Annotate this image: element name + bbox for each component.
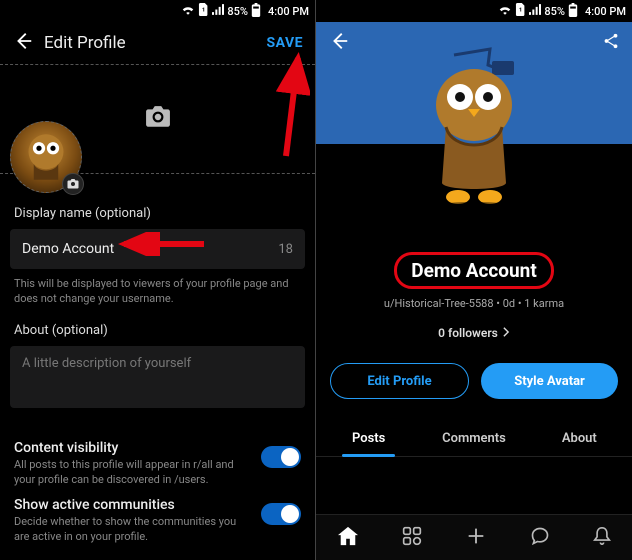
tab-about[interactable]: About [527,421,632,456]
profile-avatar[interactable] [409,44,539,214]
style-avatar-button[interactable]: Style Avatar [481,363,618,399]
signal-icon [529,4,541,18]
tab-posts[interactable]: Posts [316,421,421,456]
phone-edit-profile: 1 85% 4:00 PM Edit Profile SAVE [0,0,316,560]
display-name-counter: 18 [278,242,293,257]
display-name-input[interactable]: Demo Account 18 [10,229,305,269]
status-bar: 1 85% 4:00 PM [316,0,632,22]
clock: 4:00 PM [585,5,626,18]
profile-buttons: Edit Profile Style Avatar [316,363,632,399]
tab-comments[interactable]: Comments [421,421,526,456]
sim-icon: 1 [515,3,526,19]
about-placeholder: A little description of yourself [22,356,191,371]
about-input[interactable]: A little description of yourself [10,346,305,408]
wifi-icon [498,4,512,18]
content-visibility-toggle[interactable] [261,446,301,468]
chat-icon[interactable] [530,526,550,550]
signal-icon [212,4,224,18]
back-arrow-icon[interactable] [12,30,36,56]
show-active-sub: Decide whether to show the communities y… [14,515,251,545]
profile-tabs: Posts Comments About [316,421,632,457]
plus-icon[interactable] [465,525,487,551]
home-icon[interactable] [337,526,359,550]
edit-profile-button[interactable]: Edit Profile [330,363,469,399]
grid-icon[interactable] [402,526,422,550]
followers-count: 0 followers [438,326,498,340]
content-visibility-title: Content visibility [14,440,251,456]
bell-icon[interactable] [593,526,611,550]
avatar-upload[interactable] [10,121,82,193]
content-visibility-row: Content visibility All posts to this pro… [0,430,315,488]
profile-subline: u/Historical-Tree-5588 • 0d • 1 karma [316,297,632,310]
show-active-row: Show active communities Decide whether t… [0,487,315,545]
battery-icon [251,3,261,20]
status-bar: 1 85% 4:00 PM [0,0,315,22]
edit-profile-header: Edit Profile SAVE [0,22,315,64]
wifi-icon [181,4,195,18]
battery-pct: 85% [544,5,565,18]
about-label: About (optional) [14,323,301,338]
display-name-helper: This will be displayed to viewers of you… [14,277,301,307]
display-name-value: Demo Account [22,241,278,257]
display-name-label: Display name (optional) [14,206,301,221]
chevron-right-icon [502,326,510,340]
banner-upload-area[interactable] [0,64,315,174]
sim-icon: 1 [198,3,209,19]
camera-icon [145,106,171,132]
avatar-camera-icon [62,173,84,195]
clock: 4:00 PM [268,5,309,18]
show-active-title: Show active communities [14,497,251,513]
battery-pct: 85% [227,5,248,18]
bottom-nav [316,514,632,560]
svg-text:1: 1 [519,7,522,13]
share-icon[interactable] [602,32,620,54]
battery-icon [568,3,578,20]
back-arrow-icon[interactable] [328,30,352,56]
followers-link[interactable]: 0 followers [438,326,510,340]
page-title: Edit Profile [44,33,267,53]
profile-display-name: Demo Account [394,252,554,289]
show-active-toggle[interactable] [261,503,301,525]
phone-profile-view: 1 85% 4:00 PM Demo Account [316,0,632,560]
content-visibility-sub: All posts to this profile will appear in… [14,458,251,488]
svg-text:1: 1 [202,7,205,13]
save-button[interactable]: SAVE [267,35,304,51]
